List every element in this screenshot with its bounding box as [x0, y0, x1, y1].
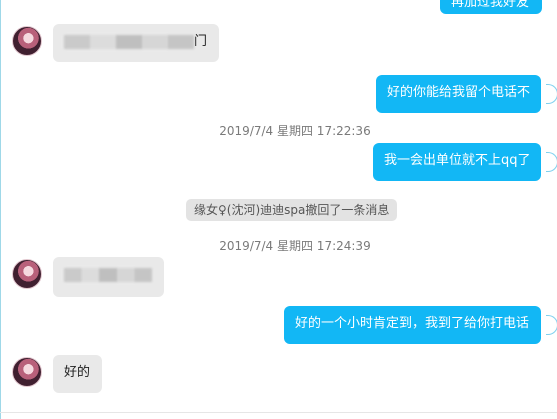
message-bubble-incoming[interactable]	[53, 257, 164, 297]
timestamp: 2019/7/4 星期四 17:22:36	[219, 124, 371, 138]
message-text: 好的你能给我留个电话不	[387, 85, 531, 100]
avatar[interactable]	[12, 26, 42, 56]
avatar[interactable]	[12, 259, 42, 289]
message-text: 好的	[64, 365, 91, 380]
message-bubble-outgoing[interactable]: 好的你能给我留个电话不	[376, 75, 541, 113]
message-bubble-incoming[interactable]: 门	[53, 24, 219, 62]
message-bubble-incoming[interactable]: 好的	[53, 355, 102, 393]
message-bubble-outgoing[interactable]: 我一会出单位就不上qq了	[373, 143, 541, 181]
avatar[interactable]	[12, 357, 42, 387]
redacted-text	[64, 267, 152, 282]
message-text: 我一会出单位就不上qq了	[384, 153, 531, 168]
window-edge	[0, 0, 1, 419]
message-text: 好的一个小时肯定到，我到了给你打电话	[295, 316, 530, 331]
message-outgoing-partial[interactable]: 再加过我好友	[440, 0, 542, 14]
divider	[0, 412, 557, 413]
message-bubble-outgoing[interactable]: 好的一个小时肯定到，我到了给你打电话	[284, 306, 541, 344]
read-status-icon	[546, 152, 557, 172]
recall-notice: 缘女♀(沈河)迪迪spa撤回了一条消息	[186, 199, 398, 221]
redacted-text	[64, 34, 194, 49]
message-text: 门	[194, 34, 208, 49]
read-status-icon	[546, 84, 557, 104]
message-text: 再加过我好友	[451, 0, 530, 10]
read-status-icon	[546, 315, 557, 335]
chat-message-area: 再加过我好友 门 好的你能给我留个电话不 2019/7/4 星期四 17:22:…	[0, 0, 557, 419]
timestamp: 2019/7/4 星期四 17:24:39	[219, 239, 371, 253]
